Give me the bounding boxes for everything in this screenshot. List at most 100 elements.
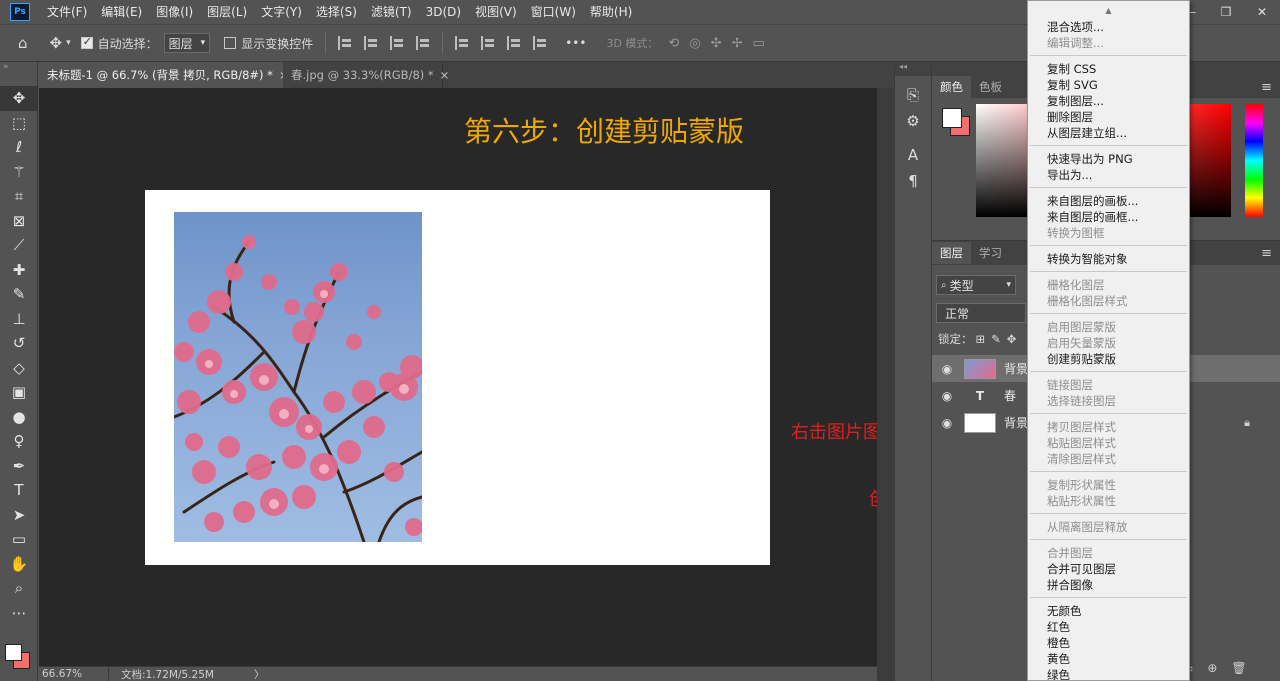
context-menu-item[interactable]: 从图层建立组... <box>1028 125 1189 141</box>
tab-spring-jpg[interactable]: 春.jpg @ 33.3%(RGB/8) * × <box>283 62 449 88</box>
move-tool-icon[interactable]: ✥ <box>0 86 38 111</box>
close-icon[interactable]: × <box>440 68 450 82</box>
show-transform-checkbox[interactable] <box>224 37 237 49</box>
marquee-tool-icon[interactable]: ⬚ <box>0 111 38 136</box>
shape-tool-icon[interactable]: ▭ <box>0 527 38 552</box>
document-canvas[interactable] <box>145 190 770 565</box>
chevron-down-icon[interactable]: ▾ <box>66 38 71 48</box>
properties-panel-icon[interactable]: ⚙ <box>895 108 931 134</box>
menu-view[interactable]: 视图(V) <box>468 0 524 24</box>
show-transform-option[interactable]: 显示变换控件 <box>224 35 313 52</box>
context-menu-item[interactable]: 转换为智能对象 <box>1028 251 1189 267</box>
context-menu-item[interactable]: 复制 CSS <box>1028 61 1189 77</box>
history-panel-icon[interactable]: ⎘ <box>895 82 931 108</box>
hand-tool-icon[interactable]: ✋ <box>0 552 38 577</box>
context-menu-item[interactable]: 创建剪贴蒙版 <box>1028 351 1189 367</box>
history-brush-icon[interactable]: ↺ <box>0 331 38 356</box>
home-icon[interactable]: ⌂ <box>18 34 28 52</box>
layer-filter-dropdown[interactable]: ⌕ 类型 ▾ <box>936 275 1016 295</box>
new-layer-icon[interactable]: ⊕ <box>1207 661 1217 675</box>
healing-brush-icon[interactable]: ✚ <box>0 258 38 283</box>
distribute-icon[interactable] <box>416 36 430 50</box>
3d-orbit-icon[interactable]: ⟲ <box>668 36 679 51</box>
visibility-eye-icon[interactable]: ◉ <box>932 416 962 430</box>
align-center-icon[interactable] <box>364 36 378 50</box>
3d-slide-icon[interactable]: ✢ <box>732 36 743 51</box>
auto-select-option[interactable]: 自动选择： <box>80 35 158 52</box>
blend-mode-dropdown[interactable]: 正常 <box>936 303 1026 323</box>
context-menu-item[interactable]: 红色 <box>1028 619 1189 635</box>
eraser-tool-icon[interactable]: ◇ <box>0 356 38 381</box>
collapse-icon[interactable]: ◂◂ <box>895 62 931 76</box>
context-menu-item[interactable]: 无颜色 <box>1028 603 1189 619</box>
tab-untitled-1[interactable]: 未标题-1 @ 66.7% (背景 拷贝, RGB/8#) * × <box>39 62 289 88</box>
visibility-eye-icon[interactable]: ◉ <box>932 389 962 403</box>
more-tools-icon[interactable]: ⋯ <box>0 601 38 626</box>
status-menu-arrow[interactable]: 〉 <box>254 667 265 681</box>
menu-type[interactable]: 文字(Y) <box>254 0 309 24</box>
vertical-scrollbar[interactable] <box>877 88 894 681</box>
context-menu-item[interactable]: 复制图层... <box>1028 93 1189 109</box>
menu-file[interactable]: 文件(F) <box>40 0 94 24</box>
foreground-color-swatch[interactable] <box>5 644 22 661</box>
menu-filter[interactable]: 滤镜(T) <box>364 0 419 24</box>
frame-tool-icon[interactable]: ⊠ <box>0 209 38 234</box>
move-tool-icon[interactable]: ✥ <box>50 34 63 52</box>
dodge-tool-icon[interactable]: ♀ <box>0 429 38 454</box>
3d-pan-icon[interactable]: ✣ <box>711 36 722 51</box>
panel-menu-icon[interactable]: ≡ <box>1261 246 1272 261</box>
3d-roll-icon[interactable]: ◎ <box>689 36 700 51</box>
align-left-icon[interactable] <box>338 36 352 50</box>
scroll-up-icon[interactable]: ▲ <box>1028 1 1189 19</box>
context-menu-item[interactable]: 拼合图像 <box>1028 577 1189 593</box>
visibility-eye-icon[interactable]: ◉ <box>932 362 962 376</box>
canvas-workspace[interactable]: 第六步：创建剪贴蒙版 右击图片图 <box>39 88 877 666</box>
3d-camera-icon[interactable]: ▭ <box>752 36 764 51</box>
auto-select-checkbox[interactable] <box>80 35 93 49</box>
restore-button[interactable]: ❐ <box>1208 0 1244 24</box>
brush-tool-icon[interactable]: ✎ <box>0 282 38 307</box>
align-bottom-icon[interactable] <box>507 36 521 50</box>
pen-tool-icon[interactable]: ✒ <box>0 454 38 479</box>
align-right-icon[interactable] <box>390 36 404 50</box>
magic-wand-icon[interactable]: ⚚ <box>0 160 38 185</box>
tab-color[interactable]: 颜色 <box>932 76 971 98</box>
menu-edit[interactable]: 编辑(E) <box>94 0 149 24</box>
panel-menu-icon[interactable]: ≡ <box>1261 80 1272 95</box>
plum-blossom-photo[interactable] <box>174 212 422 542</box>
type-tool-icon[interactable]: T <box>0 478 38 503</box>
delete-layer-icon[interactable]: 🗑︎ <box>1231 661 1246 675</box>
path-select-icon[interactable]: ➤ <box>0 503 38 528</box>
context-menu-item[interactable]: 复制 SVG <box>1028 77 1189 93</box>
context-menu-item[interactable]: 删除图层 <box>1028 109 1189 125</box>
tab-swatches[interactable]: 色板 <box>971 76 1010 98</box>
context-menu-item[interactable]: 绿色 <box>1028 667 1189 680</box>
context-menu-item[interactable]: 混合选项... <box>1028 19 1189 35</box>
zoom-level[interactable]: 66.67% <box>39 666 109 681</box>
foreground-color-swatch[interactable] <box>942 108 962 128</box>
gradient-tool-icon[interactable]: ▣ <box>0 380 38 405</box>
context-menu-item[interactable]: 快速导出为 PNG <box>1028 151 1189 167</box>
menu-3d[interactable]: 3D(D) <box>419 0 468 24</box>
menu-image[interactable]: 图像(I) <box>149 0 200 24</box>
context-menu-item[interactable]: 导出为... <box>1028 167 1189 183</box>
distribute-vertical-icon[interactable] <box>533 36 547 50</box>
context-menu-item[interactable]: 来自图层的画板... <box>1028 193 1189 209</box>
context-menu-item[interactable]: 黄色 <box>1028 651 1189 667</box>
menu-window[interactable]: 窗口(W) <box>524 0 583 24</box>
context-menu-item[interactable]: 合并可见图层 <box>1028 561 1189 577</box>
more-options-button[interactable]: ••• <box>565 36 586 50</box>
align-top-icon[interactable] <box>455 36 469 50</box>
zoom-tool-icon[interactable]: ⌕ <box>0 576 38 601</box>
align-middle-icon[interactable] <box>481 36 495 50</box>
menu-help[interactable]: 帮助(H) <box>583 0 639 24</box>
blur-tool-icon[interactable]: ● <box>0 405 38 430</box>
stamp-tool-icon[interactable]: ⊥ <box>0 307 38 332</box>
lock-position-icon[interactable]: ✥ <box>1007 332 1017 346</box>
auto-select-target-dropdown[interactable]: 图层 ▾ <box>163 33 211 53</box>
eyedropper-icon[interactable]: ⟋ <box>0 233 38 258</box>
tab-layers[interactable]: 图层 <box>932 242 971 264</box>
menu-select[interactable]: 选择(S) <box>309 0 364 24</box>
hue-slider[interactable] <box>1245 104 1263 217</box>
context-menu-item[interactable]: 橙色 <box>1028 635 1189 651</box>
